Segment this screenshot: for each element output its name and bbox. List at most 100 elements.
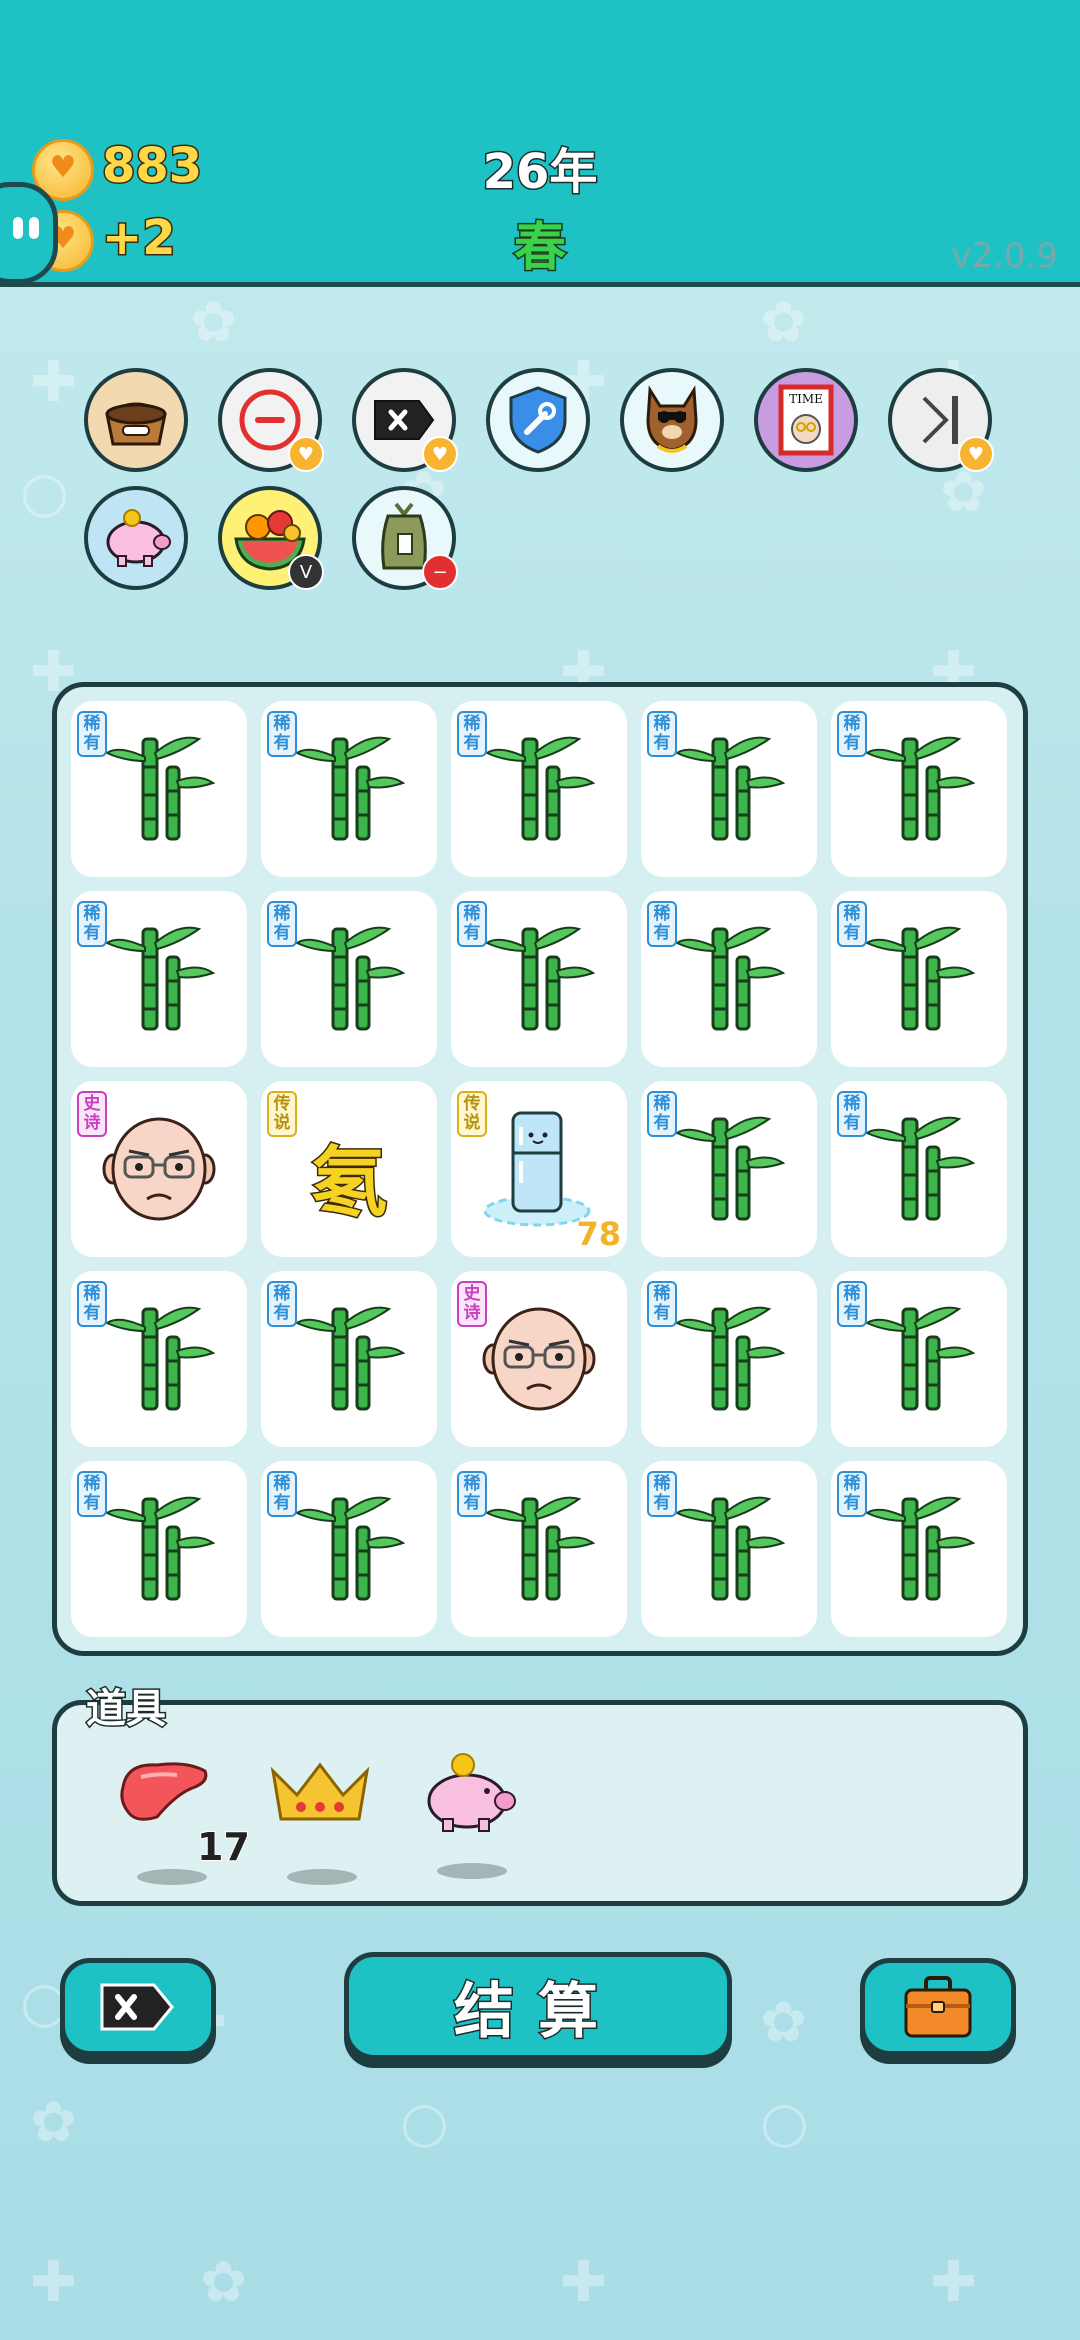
bamboo-icon (864, 926, 976, 1031)
season-label: 春 (512, 217, 567, 280)
liver-icon (120, 1762, 208, 1821)
board-cell-bamboo[interactable]: 稀有 (831, 1271, 1007, 1447)
board-cell-fridge[interactable]: 78 传说 (451, 1081, 627, 1257)
rarity-tag: 稀有 (837, 711, 867, 757)
board-cell-bamboo[interactable]: 稀有 (261, 1461, 437, 1637)
board-cell-bamboo[interactable]: 稀有 (451, 701, 627, 877)
rarity-tag: 稀有 (647, 1091, 677, 1137)
remove-button[interactable] (60, 1958, 216, 2056)
items-panel: 17 (52, 1700, 1028, 1906)
rarity-tag: 稀有 (457, 711, 487, 757)
rarity-tag: 稀有 (837, 1471, 867, 1517)
bamboo-icon (864, 1306, 976, 1411)
board-cell-bamboo[interactable]: 稀有 (641, 701, 817, 877)
briefcase-icon (904, 1976, 972, 2038)
board-cell-bamboo[interactable]: 稀有 (641, 1081, 817, 1257)
item-crown[interactable] (267, 1757, 377, 1885)
heart-badge-icon: ♥ (958, 436, 994, 472)
top-bar: 883 +2 26年 春 v2.0.9 (0, 0, 1080, 287)
rarity-tag: 稀有 (77, 901, 107, 947)
remove-minus-icon[interactable]: ♥ (218, 368, 324, 472)
symbol-counter: 78 (575, 1214, 622, 1254)
old-man-icon (482, 1307, 596, 1411)
heart-badge-icon: ♥ (422, 436, 458, 472)
board-cell-bamboo[interactable]: 稀有 (641, 1271, 817, 1447)
radon-symbol-label: 氡 (310, 1137, 389, 1229)
bamboo-icon (294, 926, 406, 1031)
board-cell-radon[interactable]: 氡传说 (261, 1081, 437, 1257)
board-cell-bamboo[interactable]: 稀有 (831, 1461, 1007, 1637)
board-cell-bamboo[interactable]: 稀有 (261, 1271, 437, 1447)
rarity-tag: 稀有 (77, 1471, 107, 1517)
rarity-tag: 传说 (267, 1091, 297, 1137)
rarity-tag: 稀有 (77, 1281, 107, 1327)
board-cell-bamboo[interactable]: 稀有 (71, 1271, 247, 1447)
rarity-tag: 史诗 (77, 1091, 107, 1137)
cool-dog-icon[interactable] (620, 368, 724, 472)
rarity-tag: 史诗 (457, 1281, 487, 1327)
bamboo-icon (104, 1306, 216, 1411)
bamboo-icon (484, 736, 596, 841)
pet-food-bowl-icon[interactable] (84, 368, 188, 472)
bamboo-icon (104, 926, 216, 1031)
bamboo-icon (674, 926, 786, 1031)
board-cell-bamboo[interactable]: 稀有 (71, 891, 247, 1067)
time-magazine-icon[interactable]: TIME (754, 368, 858, 472)
crown-icon (270, 1762, 370, 1821)
settle-button[interactable]: 结算 (344, 1952, 732, 2060)
board-cell-bamboo[interactable]: 稀有 (831, 701, 1007, 877)
v-badge-icon: V (288, 554, 324, 590)
bamboo-icon (484, 926, 596, 1031)
board-cell-bamboo[interactable]: 稀有 (451, 1461, 627, 1637)
bamboo-icon (294, 1496, 406, 1601)
inventory-button[interactable] (860, 1958, 1016, 2056)
bamboo-icon (674, 1306, 786, 1411)
rarity-tag: 稀有 (457, 1471, 487, 1517)
board-cell-bamboo[interactable]: 稀有 (71, 701, 247, 877)
bamboo-icon (104, 1496, 216, 1601)
rarity-tag: 稀有 (647, 901, 677, 947)
piggy-bank-icon (427, 1753, 516, 1832)
trash-bag-icon[interactable]: − (352, 486, 458, 590)
rarity-tag: 稀有 (647, 711, 677, 757)
board-cell-old-man[interactable]: 史诗 (71, 1081, 247, 1257)
rarity-tag: 稀有 (267, 1281, 297, 1327)
board-cell-bamboo[interactable]: 稀有 (641, 1461, 817, 1637)
shield-wrench-icon[interactable] (486, 368, 590, 472)
slot-board: 稀有 稀有 稀有 稀有 稀有 稀有 稀有 稀有 稀有 稀有 史诗氡传说 78 传说 稀有 稀有 稀有 稀有 史诗稀… (52, 682, 1028, 1656)
rarity-tag: 稀有 (267, 901, 297, 947)
board-cell-bamboo[interactable]: 稀有 (451, 891, 627, 1067)
bamboo-icon (864, 736, 976, 841)
bamboo-icon (674, 1496, 786, 1601)
bamboo-icon (674, 1116, 786, 1221)
board-cell-bamboo[interactable]: 稀有 (641, 891, 817, 1067)
board-cell-bamboo[interactable]: 稀有 (831, 1081, 1007, 1257)
item-piggy-bank[interactable] (417, 1751, 527, 1879)
board-cell-bamboo[interactable]: 稀有 (261, 701, 437, 877)
delete-tag-icon[interactable]: ♥ (352, 368, 458, 472)
minus-badge-icon: − (422, 554, 458, 590)
fruit-basket-icon[interactable]: V (218, 486, 324, 590)
delete-tag-icon (100, 1983, 174, 2031)
version-label: v2.0.9 (951, 236, 1058, 276)
settle-button-label: 结算 (453, 1975, 622, 2048)
piggy-bank-icon[interactable] (84, 486, 188, 590)
side-drawer-tab[interactable] (0, 182, 58, 284)
bamboo-icon (864, 1496, 976, 1601)
bamboo-icon (294, 736, 406, 841)
bamboo-icon (674, 736, 786, 841)
skip-forward-icon[interactable]: ♥ (888, 368, 994, 472)
old-man-icon (102, 1117, 216, 1221)
board-cell-bamboo[interactable]: 稀有 (71, 1461, 247, 1637)
rarity-tag: 稀有 (457, 901, 487, 947)
heart-badge-icon: ♥ (288, 436, 324, 472)
board-cell-old-man[interactable]: 史诗 (451, 1271, 627, 1447)
rarity-tag: 稀有 (837, 1091, 867, 1137)
fridge-icon (483, 1111, 591, 1227)
rarity-tag: 稀有 (647, 1471, 677, 1517)
bamboo-icon (864, 1116, 976, 1221)
board-cell-bamboo[interactable]: 稀有 (831, 891, 1007, 1067)
board-cell-bamboo[interactable]: 稀有 (261, 891, 437, 1067)
rarity-tag: 稀有 (837, 901, 867, 947)
year-label: 26年 (481, 143, 599, 202)
